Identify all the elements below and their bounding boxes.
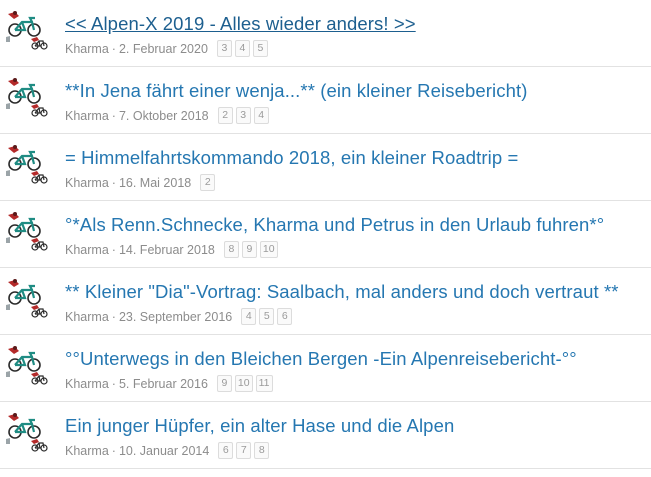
page-number-link[interactable]: 11 — [255, 375, 273, 392]
thread-meta: Kharma · 23. September 2016 456 — [65, 308, 295, 325]
thread-meta: Kharma · 14. Februar 2018 8 9 10 — [65, 241, 281, 258]
page-number-link[interactable]: 6 — [218, 442, 234, 459]
thread-date[interactable]: 16. Mai 2018 — [119, 176, 191, 190]
page-number-link[interactable]: 6 — [277, 308, 293, 325]
thread-date[interactable]: 23. September 2016 — [119, 310, 232, 324]
thread-date[interactable]: 2. Februar 2020 — [119, 42, 208, 56]
thread-date[interactable]: 5. Februar 2016 — [119, 377, 208, 391]
thread-meta: Kharma · 7. Oktober 2018 234 — [65, 107, 272, 124]
page-jump-links: 234 — [217, 107, 272, 124]
thread-date[interactable]: 7. Oktober 2018 — [119, 109, 209, 123]
bicycle-avatar-icon[interactable] — [5, 211, 51, 251]
thread-meta: Kharma · 10. Januar 2014 678 — [65, 442, 272, 459]
meta-separator: · — [111, 443, 116, 458]
page-number-link[interactable]: 3 — [235, 107, 251, 124]
thread-row: **In Jena fährt einer wenja...** (ein kl… — [0, 67, 651, 134]
thread-date[interactable]: 10. Januar 2014 — [119, 444, 209, 458]
page-number-link[interactable]: 9 — [241, 241, 257, 258]
page-number-link[interactable]: 4 — [241, 308, 257, 325]
thread-row: °°Unterwegs in den Bleichen Bergen -Ein … — [0, 335, 651, 402]
page-jump-links: 9 10 11 — [216, 375, 276, 392]
thread-author-link[interactable]: Kharma — [65, 310, 109, 324]
thread-title-link[interactable]: Ein junger Hüpfer, ein alter Hase und di… — [65, 415, 454, 437]
thread-row: °*Als Renn.Schnecke, Kharma und Petrus i… — [0, 201, 651, 268]
thread-meta: Kharma · 2. Februar 2020 345 — [65, 40, 271, 57]
page-number-link[interactable]: 8 — [254, 442, 270, 459]
thread-date[interactable]: 14. Februar 2018 — [119, 243, 215, 257]
thread-author-link[interactable]: Kharma — [65, 109, 109, 123]
page-jump-links: 2 — [200, 174, 218, 191]
meta-separator: · — [111, 309, 116, 324]
thread-row: Ein junger Hüpfer, ein alter Hase und di… — [0, 402, 651, 469]
thread-title-link[interactable]: ** Kleiner "Dia"-Vortrag: Saalbach, mal … — [65, 281, 619, 303]
page-number-link[interactable]: 10 — [259, 241, 278, 258]
page-number-link[interactable]: 8 — [223, 241, 239, 258]
thread-author-link[interactable]: Kharma — [65, 176, 109, 190]
page-number-link[interactable]: 2 — [200, 174, 216, 191]
page-number-link[interactable]: 5 — [259, 308, 275, 325]
page-number-link[interactable]: 4 — [253, 107, 269, 124]
thread-meta: Kharma · 5. Februar 2016 9 10 11 — [65, 375, 276, 392]
thread-title-link[interactable]: °°Unterwegs in den Bleichen Bergen -Ein … — [65, 348, 577, 370]
page-number-link[interactable]: 9 — [216, 375, 232, 392]
bicycle-avatar-icon[interactable] — [5, 77, 51, 117]
page-number-link[interactable]: 2 — [217, 107, 233, 124]
thread-row: << Alpen-X 2019 - Alles wieder anders! >… — [0, 0, 651, 67]
bicycle-avatar-icon[interactable] — [5, 412, 51, 452]
thread-title-link[interactable]: °*Als Renn.Schnecke, Kharma und Petrus i… — [65, 214, 604, 236]
page-number-link[interactable]: 10 — [234, 375, 253, 392]
thread-title-link[interactable]: << Alpen-X 2019 - Alles wieder anders! >… — [65, 13, 416, 35]
page-jump-links: 8 9 10 — [223, 241, 281, 258]
thread-author-link[interactable]: Kharma — [65, 42, 109, 56]
thread-author-link[interactable]: Kharma — [65, 377, 109, 391]
thread-author-link[interactable]: Kharma — [65, 243, 109, 257]
meta-separator: · — [111, 242, 116, 257]
meta-separator: · — [111, 41, 116, 56]
bicycle-avatar-icon[interactable] — [5, 10, 51, 50]
page-number-link[interactable]: 5 — [252, 40, 268, 57]
page-number-link[interactable]: 4 — [234, 40, 250, 57]
page-jump-links: 345 — [216, 40, 271, 57]
thread-meta: Kharma · 16. Mai 2018 2 — [65, 174, 218, 191]
thread-title-link[interactable]: = Himmelfahrtskommando 2018, ein kleiner… — [65, 147, 518, 169]
bicycle-avatar-icon[interactable] — [5, 345, 51, 385]
page-jump-links: 678 — [218, 442, 272, 459]
bicycle-avatar-icon[interactable] — [5, 144, 51, 184]
page-jump-links: 456 — [241, 308, 295, 325]
bicycle-avatar-icon[interactable] — [5, 278, 51, 318]
thread-author-link[interactable]: Kharma — [65, 444, 109, 458]
thread-row: = Himmelfahrtskommando 2018, ein kleiner… — [0, 134, 651, 201]
thread-row: ** Kleiner "Dia"-Vortrag: Saalbach, mal … — [0, 268, 651, 335]
meta-separator: · — [111, 175, 116, 190]
meta-separator: · — [111, 108, 116, 123]
thread-title-link[interactable]: **In Jena fährt einer wenja...** (ein kl… — [65, 80, 527, 102]
thread-list: << Alpen-X 2019 - Alles wieder anders! >… — [0, 0, 651, 469]
page-number-link[interactable]: 7 — [236, 442, 252, 459]
page-number-link[interactable]: 3 — [216, 40, 232, 57]
meta-separator: · — [111, 376, 116, 391]
